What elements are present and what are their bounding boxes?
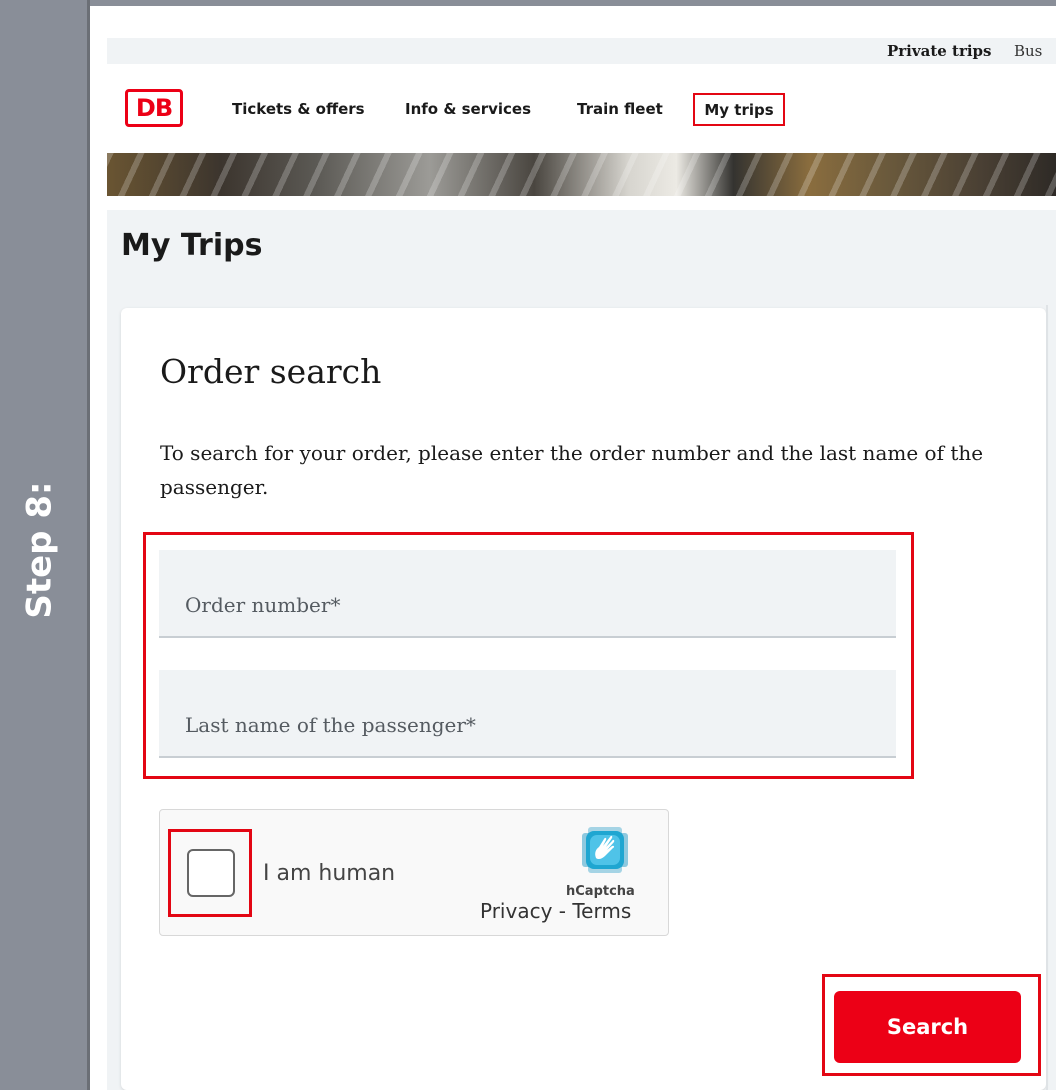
frame-top-border: [87, 0, 1056, 6]
private-trips-link[interactable]: Private trips: [887, 42, 991, 60]
order-search-intro: To search for your order, please enter t…: [160, 441, 984, 499]
hcaptcha-brand: hCaptcha: [566, 884, 635, 899]
hero-image: [107, 153, 1056, 196]
nav-train-fleet[interactable]: Train fleet: [577, 100, 663, 118]
nav-tickets-offers[interactable]: Tickets & offers: [232, 100, 365, 118]
nav-info-services[interactable]: Info & services: [405, 100, 531, 118]
nav-my-trips[interactable]: My trips: [693, 93, 785, 126]
order-number-input[interactable]: [159, 550, 896, 636]
hcaptcha-privacy-terms[interactable]: Privacy - Terms: [480, 899, 631, 923]
hcaptcha-hand-icon: [582, 827, 628, 873]
last-name-input[interactable]: [159, 670, 896, 756]
order-number-field: [159, 550, 896, 638]
human-label: I am human: [263, 861, 396, 886]
checkbox-highlight: [168, 829, 252, 917]
card-right-border: [1046, 305, 1048, 1090]
business-link[interactable]: Bus: [1014, 42, 1042, 60]
last-name-field: [159, 670, 896, 758]
page-title: My Trips: [121, 228, 263, 263]
db-logo[interactable]: DB: [125, 89, 183, 127]
order-search-title: Order search: [160, 352, 382, 391]
utility-bar: Private trips Bus: [107, 38, 1056, 64]
search-button[interactable]: Search: [834, 991, 1021, 1063]
frame-left-border: [87, 0, 90, 1090]
step-label: Step 8:: [20, 481, 61, 619]
step-label-wrap: Step 8:: [10, 470, 70, 630]
